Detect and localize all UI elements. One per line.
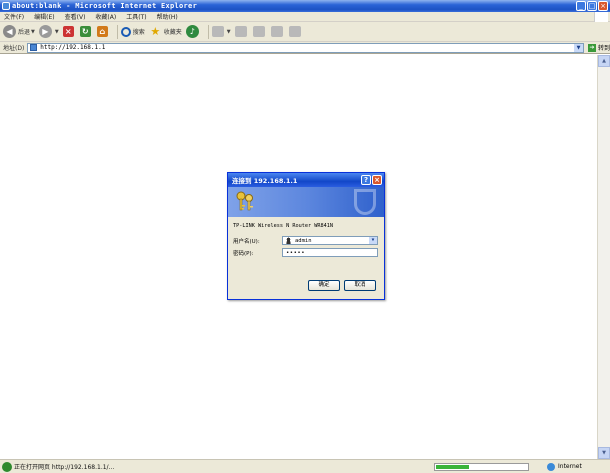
windows-logo-icon (594, 12, 608, 22)
toolbar: ◀ 后退 ▼ ▶ ▼ × ↻ ⌂ 搜索 ★ 收藏夹 ♪ ▼ (0, 22, 610, 42)
forward-button[interactable]: ▶ ▼ (38, 25, 59, 38)
loading-globe-icon (2, 461, 12, 472)
password-label: 密码(P): (233, 250, 254, 257)
progress-bar (434, 462, 529, 471)
stop-icon: × (62, 26, 74, 37)
toolbar-divider (207, 24, 209, 39)
toolbar-divider (116, 24, 118, 39)
help-button[interactable]: ? (361, 175, 371, 185)
status-bar: 正在打开网页 http://192.168.1.1/... Internet (0, 459, 610, 473)
menu-favorites[interactable]: 收藏(A) (95, 12, 116, 21)
security-zone: Internet (547, 462, 582, 471)
internet-zone-icon (547, 462, 555, 471)
back-label: 后退 (18, 29, 31, 36)
mail-icon (234, 26, 247, 37)
ie-app-icon (2, 2, 10, 10)
menu-view[interactable]: 查看(V) (65, 12, 86, 21)
messenger-icon (288, 26, 301, 37)
menu-bar: 文件(F) 编辑(E) 查看(V) 收藏(A) 工具(T) 帮助(H) (0, 12, 610, 22)
dialog-titlebar[interactable]: 连接到 192.168.1.1 ? × (228, 173, 384, 187)
password-row: 密码(P): ••••• (233, 248, 379, 257)
dialog-banner (228, 187, 384, 217)
vertical-scrollbar[interactable]: ▲ ▼ (597, 55, 610, 459)
search-button[interactable]: 搜索 (120, 26, 145, 37)
scroll-up-icon[interactable]: ▲ (598, 55, 610, 67)
window-titlebar[interactable]: about:blank - Microsoft Internet Explore… (0, 0, 610, 12)
dialog-title: 连接到 192.168.1.1 (232, 177, 298, 185)
chevron-down-icon[interactable]: ▼ (31, 29, 35, 35)
chevron-down-icon[interactable]: ▼ (574, 43, 583, 52)
dialog-message: TP-LINK Wireless N Router WR841N (233, 223, 333, 229)
go-label: 转到 (598, 45, 610, 52)
star-icon: ★ (150, 25, 161, 38)
dialog-actions: 确定 取消 (308, 280, 376, 291)
home-icon: ⌂ (96, 26, 108, 37)
go-button[interactable]: ➔ 转到 (588, 43, 610, 52)
keys-icon (236, 191, 253, 211)
address-bar: 地址(D) http://192.168.1.1 ▼ ➔ 转到 (0, 42, 610, 54)
print-button[interactable] (252, 26, 267, 37)
forward-arrow-icon: ▶ (38, 25, 52, 38)
password-value: ••••• (286, 249, 306, 256)
history-button[interactable]: ▼ (211, 26, 231, 37)
stop-button[interactable]: × (62, 26, 76, 37)
media-button[interactable]: ♪ (185, 25, 201, 38)
address-label: 地址(D) (3, 45, 25, 52)
media-icon: ♪ (185, 25, 199, 38)
dialog-close-button[interactable]: × (372, 175, 382, 185)
go-arrow-icon: ➔ (588, 43, 596, 52)
scroll-down-icon[interactable]: ▼ (598, 447, 610, 459)
back-button[interactable]: ◀ 后退 ▼ (3, 25, 35, 38)
edit-button[interactable] (270, 26, 285, 37)
username-label: 用户名(U): (233, 238, 260, 245)
username-row: 用户名(U): admin ▼ (233, 236, 379, 245)
status-text: 正在打开网页 http://192.168.1.1/... (14, 464, 115, 471)
menu-tools[interactable]: 工具(T) (126, 12, 146, 21)
username-value: admin (295, 237, 312, 244)
minimize-button[interactable]: _ (576, 1, 586, 11)
menu-file[interactable]: 文件(F) (4, 12, 24, 21)
close-button[interactable]: × (598, 1, 608, 11)
window-controls: _ □ × (576, 1, 608, 11)
user-icon (285, 237, 292, 244)
menu-help[interactable]: 帮助(H) (157, 12, 178, 21)
window-title: about:blank - Microsoft Internet Explore… (12, 2, 198, 10)
dialog-controls: ? × (361, 175, 382, 185)
address-url: http://192.168.1.1 (40, 44, 106, 51)
search-label: 搜索 (132, 29, 145, 36)
cancel-button[interactable]: 取消 (344, 280, 376, 291)
chevron-down-icon[interactable]: ▼ (369, 237, 377, 244)
maximize-button[interactable]: □ (587, 1, 597, 11)
username-input[interactable]: admin ▼ (282, 236, 378, 245)
home-button[interactable]: ⌂ (96, 26, 110, 37)
search-icon (120, 26, 131, 37)
favorites-label: 收藏夹 (163, 29, 182, 36)
address-input[interactable]: http://192.168.1.1 ▼ (27, 42, 584, 53)
history-icon (211, 26, 224, 37)
login-dialog: 连接到 192.168.1.1 ? × TP-LINK Wireless N R… (227, 172, 385, 300)
refresh-icon: ↻ (79, 26, 91, 37)
mail-button[interactable] (234, 26, 249, 37)
progress-fill (436, 464, 469, 469)
refresh-button[interactable]: ↻ (79, 26, 93, 37)
banner-decoration-icon (354, 189, 376, 215)
chevron-down-icon[interactable]: ▼ (55, 29, 59, 35)
edit-icon (270, 26, 283, 37)
menu-edit[interactable]: 编辑(E) (34, 12, 54, 21)
zone-label: Internet (558, 463, 582, 470)
favorites-button[interactable]: ★ 收藏夹 (149, 25, 182, 38)
messenger-button[interactable] (288, 26, 303, 37)
back-arrow-icon: ◀ (3, 25, 16, 38)
ok-button[interactable]: 确定 (308, 280, 340, 291)
page-icon (30, 44, 38, 51)
password-input[interactable]: ••••• (282, 248, 378, 257)
dialog-body: TP-LINK Wireless N Router WR841N 用户名(U):… (228, 217, 384, 257)
print-icon (252, 26, 265, 37)
chevron-down-icon[interactable]: ▼ (227, 29, 231, 35)
